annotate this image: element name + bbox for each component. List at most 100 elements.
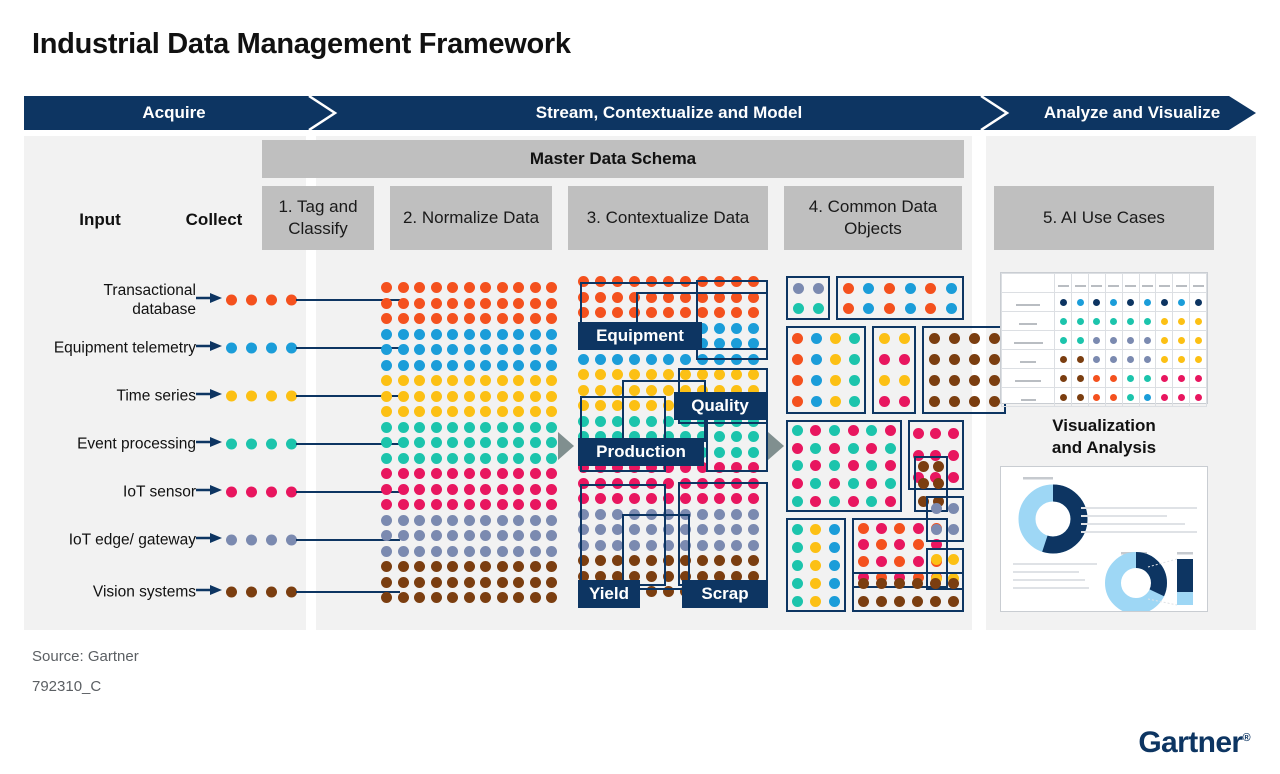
- visualization-title: Visualization and Analysis: [994, 415, 1214, 459]
- data-dot: [1143, 337, 1151, 344]
- data-dot: [947, 595, 959, 607]
- ai-table-grid: [1000, 273, 1207, 407]
- data-dot: [875, 577, 887, 589]
- data-dot: [829, 559, 841, 571]
- common-data-object-dots: [874, 328, 914, 412]
- ai-table-cell: [1172, 292, 1191, 312]
- data-dot: [878, 396, 890, 407]
- collect-dot: [266, 438, 277, 450]
- ai-table-cell: [1155, 330, 1174, 350]
- data-dot: [1143, 318, 1151, 325]
- data-dot: [792, 396, 803, 407]
- data-dot: [447, 359, 458, 371]
- data-dot: [447, 514, 458, 526]
- data-dot: [948, 375, 960, 386]
- data-dot: [792, 375, 803, 386]
- data-dot: [529, 406, 541, 417]
- data-dot: [414, 468, 425, 479]
- data-dot: [480, 545, 491, 557]
- data-dot: [876, 522, 888, 534]
- flow-arrow-icon-1: [558, 432, 574, 460]
- data-dot: [791, 577, 803, 589]
- ai-table-cell: [1155, 349, 1174, 369]
- ai-table-cell: [1172, 368, 1191, 388]
- data-dot: [884, 302, 896, 314]
- data-dot: [857, 539, 869, 551]
- data-dot: [847, 425, 859, 437]
- common-data-object-box: [926, 496, 964, 542]
- data-dot: [513, 421, 524, 433]
- data-dot: [791, 478, 803, 490]
- ai-table-cell: [1054, 387, 1073, 407]
- data-dot: [928, 354, 940, 365]
- data-dot: [791, 559, 803, 571]
- data-dot: [513, 344, 524, 355]
- data-dot: [847, 460, 859, 472]
- data-dot: [911, 595, 923, 607]
- data-dot: [546, 483, 557, 495]
- data-dot: [397, 375, 409, 386]
- placeholder-dash: [1015, 304, 1041, 306]
- data-dot: [595, 369, 606, 380]
- data-dot: [447, 592, 458, 603]
- data-dot: [414, 499, 425, 510]
- data-dot: [792, 333, 803, 344]
- data-dot: [1143, 356, 1151, 363]
- data-dot: [812, 302, 824, 314]
- data-dot: [397, 421, 409, 433]
- data-dot: [529, 576, 541, 588]
- ai-table-header-cell: [1138, 273, 1157, 293]
- data-dot: [496, 375, 508, 386]
- data-dot: [847, 495, 859, 507]
- data-dot: [810, 559, 822, 571]
- ai-table-corner-cell: [1000, 273, 1056, 293]
- data-dot: [546, 561, 557, 572]
- gartner-logo-text: Gartner: [1138, 726, 1243, 759]
- data-dot: [948, 524, 959, 535]
- data-dot: [430, 576, 442, 588]
- ai-table-cell: [1189, 349, 1207, 369]
- data-dot: [414, 328, 425, 340]
- arrow-right-icon: [196, 387, 222, 405]
- data-dot: [447, 390, 458, 402]
- data-dot: [397, 390, 409, 402]
- data-dot: [447, 375, 458, 386]
- data-dot: [381, 545, 392, 557]
- data-dot: [480, 375, 491, 386]
- data-dot: [1194, 375, 1202, 382]
- data-dot: [928, 375, 940, 386]
- data-dot: [912, 522, 924, 534]
- ai-table-cell: [1189, 387, 1207, 407]
- data-dot: [1093, 394, 1101, 401]
- data-dot: [810, 595, 822, 607]
- data-dot: [829, 541, 841, 553]
- data-dot: [447, 468, 458, 479]
- arrow-right-icon: [196, 583, 222, 601]
- ai-table-cell: [1071, 330, 1089, 350]
- data-dot: [496, 297, 508, 309]
- visualization-title-line1: Visualization: [1052, 416, 1156, 435]
- ai-table-cell: [1054, 330, 1073, 350]
- data-dot: [1076, 394, 1084, 401]
- data-dot: [842, 282, 854, 294]
- data-dot: [875, 595, 887, 607]
- data-dot: [933, 461, 944, 473]
- data-dot: [513, 390, 524, 402]
- data-dot: [866, 478, 878, 490]
- data-dot: [447, 421, 458, 433]
- data-dot: [830, 396, 841, 407]
- data-dot: [829, 442, 841, 454]
- data-dot: [414, 375, 425, 386]
- data-dot: [463, 375, 475, 386]
- data-dot: [1059, 375, 1067, 382]
- data-dot: [513, 328, 524, 340]
- data-dot: [529, 499, 541, 510]
- data-dot: [1093, 375, 1101, 382]
- data-dot: [898, 333, 910, 344]
- data-dot: [849, 354, 860, 365]
- data-dot: [496, 499, 508, 510]
- data-dot: [447, 282, 458, 293]
- contextualize-tag: Yield: [578, 580, 640, 608]
- data-dot: [830, 333, 841, 344]
- data-dot: [1194, 318, 1202, 325]
